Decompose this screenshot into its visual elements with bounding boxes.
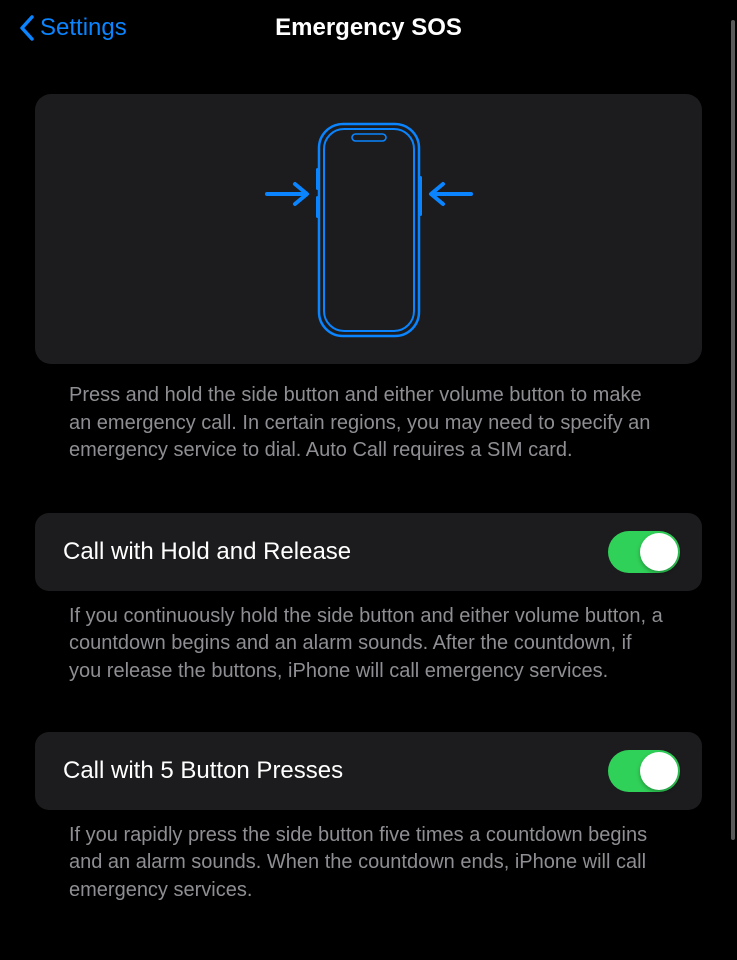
toggle-knob: [640, 533, 678, 571]
back-button[interactable]: Settings: [18, 14, 127, 42]
toggle-knob: [640, 752, 678, 790]
page-title: Emergency SOS: [275, 14, 462, 42]
scrollbar[interactable]: [731, 20, 735, 840]
chevron-left-icon: [18, 14, 36, 42]
phone-buttons-illustration-icon: [239, 114, 499, 344]
setting-caption: If you continuously hold the side button…: [35, 591, 702, 686]
toggle-call-5-presses[interactable]: [608, 750, 680, 792]
setting-call-5-presses: Call with 5 Button Presses: [35, 732, 702, 810]
setting-label: Call with Hold and Release: [63, 538, 351, 566]
illustration-card: [35, 94, 702, 364]
setting-caption: If you rapidly press the side button fiv…: [35, 810, 702, 905]
toggle-call-hold-release[interactable]: [608, 531, 680, 573]
setting-call-hold-release: Call with Hold and Release: [35, 513, 702, 591]
setting-label: Call with 5 Button Presses: [63, 757, 343, 785]
navbar: Settings Emergency SOS: [0, 0, 737, 54]
illustration-caption: Press and hold the side button and eithe…: [35, 364, 702, 465]
content-area: Press and hold the side button and eithe…: [0, 94, 737, 904]
back-label: Settings: [40, 14, 127, 42]
